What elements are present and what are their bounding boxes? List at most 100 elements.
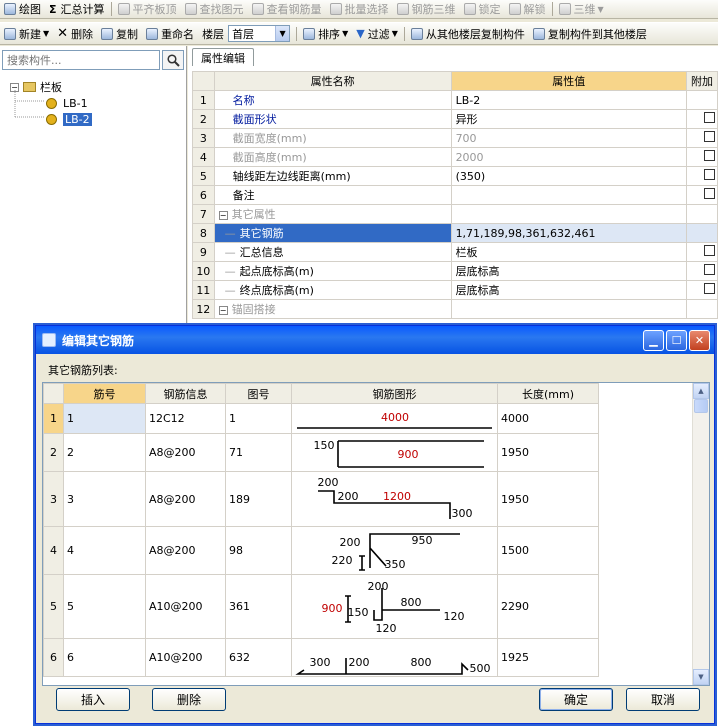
lock-button[interactable]: 锁定 (460, 0, 505, 18)
property-row[interactable]: 4 截面高度(mm) 2000 (192, 147, 718, 167)
find-element-button[interactable]: 查找图元 (181, 0, 248, 18)
rebar-info-cell[interactable]: A10@200 (145, 574, 226, 639)
rebar-shape-cell[interactable]: 200 800 900 150 120 120 (291, 574, 498, 639)
bar-no-cell[interactable]: 3 (63, 471, 146, 527)
dialog-title-bar[interactable]: 编辑其它钢筋 (36, 326, 714, 354)
extra-checkbox[interactable] (704, 169, 715, 180)
figure-no-cell[interactable]: 1 (225, 403, 292, 434)
tab-property-edit[interactable]: 属性编辑 (192, 48, 254, 66)
delete-button[interactable]: ✕ 删除 (53, 23, 97, 44)
figure-no-cell[interactable]: 98 (225, 526, 292, 575)
extra-cell[interactable] (685, 185, 718, 205)
extra-checkbox[interactable] (704, 188, 715, 199)
property-value[interactable]: 栏板 (450, 242, 687, 262)
extra-checkbox[interactable] (704, 283, 715, 294)
new-button[interactable]: 新建 ▼ (0, 23, 53, 44)
property-row[interactable]: 12− 锚固搭接 (192, 299, 718, 319)
view-rebar-quantity-button[interactable]: 查看钢筋量 (248, 0, 326, 18)
property-value[interactable] (450, 185, 687, 205)
bar-no-cell[interactable]: 6 (63, 638, 146, 677)
rebar-row[interactable]: 4 4 A8@200 98 200 950 220 350 1500 (43, 526, 599, 575)
property-value[interactable]: 2000 (450, 147, 687, 167)
rebar-shape-cell[interactable]: 200 200 1200 300 (291, 471, 498, 527)
tree-item-lb-2[interactable]: LB-2 (46, 111, 92, 127)
extra-cell[interactable] (685, 280, 718, 300)
vertical-scrollbar[interactable]: ▲ ▼ (692, 383, 709, 685)
align-slab-top-button[interactable]: 平齐板顶 (114, 0, 181, 18)
insert-button[interactable]: 插入 (56, 688, 130, 711)
maximize-button[interactable]: ☐ (666, 330, 687, 351)
delete-row-button[interactable]: 删除 (152, 688, 226, 711)
rebar-row[interactable]: 6 6 A10@200 632 300 200 800 500 1925 (43, 638, 599, 677)
length-cell[interactable]: 1500 (497, 526, 599, 575)
tree-item-lb-1[interactable]: LB-1 (46, 95, 88, 111)
extra-checkbox[interactable] (704, 264, 715, 275)
batch-select-button[interactable]: 批量选择 (326, 0, 393, 18)
extra-cell[interactable] (685, 242, 718, 262)
copy-to-floor-button[interactable]: 复制构件到其他楼层 (529, 23, 651, 44)
figure-no-cell[interactable]: 71 (225, 433, 292, 472)
rebar-row[interactable]: 1 1 12C12 1 4000 4000 (43, 403, 599, 434)
property-value[interactable]: 层底标高 (450, 280, 687, 300)
property-value[interactable]: 700 (450, 128, 687, 148)
cancel-button[interactable]: 取消 (626, 688, 700, 711)
minimize-button[interactable]: ▁ (643, 330, 664, 351)
collapse-icon[interactable]: − (218, 210, 228, 220)
length-cell[interactable]: 4000 (497, 403, 599, 434)
property-row[interactable]: 6 备注 (192, 185, 718, 205)
extra-cell[interactable] (685, 166, 718, 186)
ok-button[interactable]: 确定 (539, 688, 613, 711)
property-value[interactable]: LB-2 (450, 90, 687, 110)
length-cell[interactable]: 2290 (497, 574, 599, 639)
length-cell[interactable]: 1950 (497, 433, 599, 472)
rebar-shape-cell[interactable]: 200 950 220 350 (291, 526, 498, 575)
bar-no-cell[interactable]: 2 (63, 433, 146, 472)
collapse-icon[interactable]: − (218, 305, 228, 315)
summary-calc-button[interactable]: Σ 汇总计算 (45, 0, 109, 18)
view-3d-button[interactable]: 三维 ▼ (555, 0, 608, 18)
copy-from-floor-button[interactable]: 从其他楼层复制构件 (407, 23, 529, 44)
extra-cell[interactable] (685, 109, 718, 129)
copy-button[interactable]: 复制 (97, 23, 142, 44)
draw-button[interactable]: 绘图 (0, 0, 45, 18)
rebar-row[interactable]: 2 2 A8@200 71 150 900 1950 (43, 433, 599, 472)
rebar-info-cell[interactable]: A10@200 (145, 638, 226, 677)
property-row[interactable]: 10— 起点底标高(m) 层底标高 (192, 261, 718, 281)
extra-cell[interactable] (685, 147, 718, 167)
rebar-shape-cell[interactable]: 4000 (291, 403, 498, 434)
property-row[interactable]: 1 名称 LB-2 (192, 90, 718, 110)
property-row[interactable]: 9— 汇总信息 栏板 (192, 242, 718, 262)
search-button[interactable] (162, 50, 184, 70)
property-row[interactable]: 3 截面宽度(mm) 700 (192, 128, 718, 148)
rebar-shape-cell[interactable]: 150 900 (291, 433, 498, 472)
extra-checkbox[interactable] (704, 150, 715, 161)
length-cell[interactable]: 1925 (497, 638, 599, 677)
property-value[interactable] (450, 299, 687, 319)
rebar-info-cell[interactable]: A8@200 (145, 471, 226, 527)
scroll-up-button[interactable]: ▲ (693, 383, 709, 399)
property-row[interactable]: 2 截面形状 异形 (192, 109, 718, 129)
figure-no-cell[interactable]: 632 (225, 638, 292, 677)
property-row[interactable]: 11— 终点底标高(m) 层底标高 (192, 280, 718, 300)
close-button[interactable]: ✕ (689, 330, 710, 351)
figure-no-cell[interactable]: 189 (225, 471, 292, 527)
scroll-thumb[interactable] (694, 399, 708, 413)
rebar-info-cell[interactable]: A8@200 (145, 433, 226, 472)
rebar-3d-button[interactable]: 钢筋三维 (393, 0, 460, 18)
extra-checkbox[interactable] (704, 131, 715, 142)
property-row[interactable]: 7− 其它属性 (192, 204, 718, 224)
length-cell[interactable]: 1950 (497, 471, 599, 527)
property-value[interactable]: 1,71,189,98,361,632,461 (450, 223, 687, 243)
figure-no-cell[interactable]: 361 (225, 574, 292, 639)
bar-no-cell[interactable]: 4 (63, 526, 146, 575)
property-value[interactable] (450, 204, 687, 224)
search-input[interactable] (2, 50, 160, 70)
rebar-info-cell[interactable]: A8@200 (145, 526, 226, 575)
property-row[interactable]: 5 轴线距左边线距离(mm) (350) (192, 166, 718, 186)
extra-cell[interactable] (685, 128, 718, 148)
rebar-row[interactable]: 5 5 A10@200 361 200 800 900 150 120 120 2290 (43, 574, 599, 639)
property-row[interactable]: 8— 其它钢筋 1,71,189,98,361,632,461 (192, 223, 718, 243)
extra-cell[interactable] (685, 261, 718, 281)
bar-no-cell[interactable]: 1 (63, 403, 146, 434)
property-value[interactable]: (350) (450, 166, 687, 186)
